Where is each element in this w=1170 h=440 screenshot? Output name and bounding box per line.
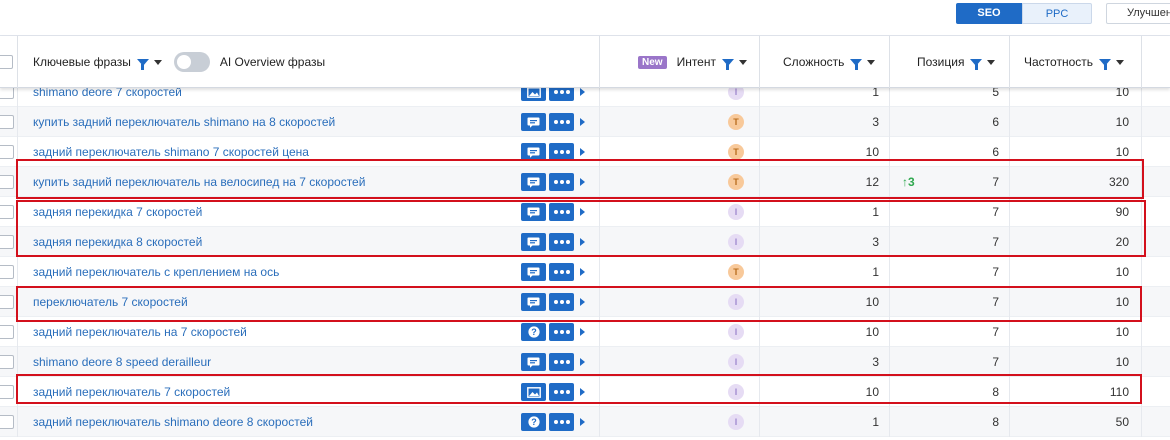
highlight-box — [16, 200, 1146, 257]
intent-header-label: Интент — [676, 55, 716, 69]
row-checkbox[interactable] — [0, 145, 14, 159]
new-badge: New — [638, 55, 667, 69]
keyword-link[interactable]: задний переключатель с креплением на ось — [33, 257, 279, 287]
frequency-value: 10 — [1115, 265, 1129, 279]
row-checkbox[interactable] — [0, 205, 14, 219]
ai-overview-label: AI Overview фразы — [219, 55, 326, 69]
frequency-value: 10 — [1115, 115, 1129, 129]
frequency-filter-icon[interactable] — [1099, 58, 1111, 70]
keywords-sort-caret-icon[interactable] — [153, 59, 162, 65]
serp-feature-button[interactable]: ? — [521, 323, 546, 341]
serp-feature-button[interactable]: ? — [521, 413, 546, 431]
more-options-button[interactable] — [549, 323, 574, 341]
difficulty-value: 3 — [872, 115, 879, 129]
difficulty-value: 1 — [872, 265, 879, 279]
difficulty-value: 3 — [872, 355, 879, 369]
row-checkbox[interactable] — [0, 415, 14, 429]
expand-arrow-icon[interactable] — [580, 88, 585, 96]
keywords-header-label: Ключевые фразы — [33, 55, 131, 69]
expand-arrow-icon[interactable] — [580, 418, 585, 426]
position-header-label: Позиция — [917, 55, 965, 69]
intent-badge: I — [728, 354, 744, 370]
position-filter-icon[interactable] — [970, 58, 983, 70]
keywords-column-header: Ключевые фразы AI Overview фразы — [33, 36, 325, 88]
row-checkbox[interactable] — [0, 295, 14, 309]
row-checkbox[interactable] — [0, 385, 14, 399]
intent-sort-caret-icon[interactable] — [738, 59, 747, 65]
improve-button[interactable]: Улучшен — [1106, 3, 1170, 24]
expand-arrow-icon[interactable] — [580, 118, 585, 126]
select-all-cell — [0, 36, 13, 88]
select-all-checkbox[interactable] — [0, 55, 13, 69]
keyword-link[interactable]: задний переключатель shimano deore 8 ско… — [33, 407, 313, 437]
intent-column-header: New Интент — [638, 36, 747, 88]
more-options-button[interactable] — [549, 413, 574, 431]
keyword-table-page: SEO PPC Улучшен Ключевые фразы AI Overvi… — [0, 0, 1170, 440]
serp-feature-button[interactable] — [521, 113, 546, 131]
position-sort-caret-icon[interactable] — [987, 59, 996, 65]
ai-overview-toggle[interactable] — [173, 52, 210, 72]
table-header: Ключевые фразы AI Overview фразы New Инт… — [0, 36, 1170, 88]
intent-badge: T — [728, 264, 744, 280]
intent-badge: T — [728, 114, 744, 130]
top-toolbar: SEO PPC Улучшен — [0, 0, 1170, 36]
highlight-box — [16, 159, 1144, 199]
row-checkbox[interactable] — [0, 235, 14, 249]
row-checkbox[interactable] — [0, 115, 14, 129]
chat-icon — [527, 147, 540, 158]
expand-arrow-icon[interactable] — [580, 268, 585, 276]
difficulty-sort-caret-icon[interactable] — [867, 59, 876, 65]
seo-tab[interactable]: SEO — [956, 3, 1022, 24]
database-switch: SEO PPC — [956, 3, 1092, 24]
row-checkbox[interactable] — [0, 355, 14, 369]
table-row: задний переключатель shimano deore 8 ско… — [0, 407, 1170, 437]
frequency-sort-caret-icon[interactable] — [1116, 59, 1124, 65]
expand-arrow-icon[interactable] — [580, 358, 585, 366]
more-options-button[interactable] — [549, 113, 574, 131]
image-icon — [526, 86, 541, 98]
more-options-button[interactable] — [549, 263, 574, 281]
keyword-link[interactable]: купить задний переключатель shimano на 8… — [33, 107, 335, 137]
frequency-header-label: Частотность — [1024, 55, 1093, 69]
svg-text:?: ? — [531, 327, 537, 337]
svg-text:?: ? — [531, 417, 537, 427]
table-row: shimano deore 8 speed derailleur I 3 7 10 — [0, 347, 1170, 377]
serp-feature-button[interactable] — [521, 353, 546, 371]
table-row: задний переключатель с креплением на ось… — [0, 257, 1170, 287]
more-options-button[interactable] — [549, 353, 574, 371]
highlight-box — [16, 286, 1142, 322]
chat-icon — [527, 357, 540, 368]
row-checkbox[interactable] — [0, 265, 14, 279]
intent-badge: T — [728, 144, 744, 160]
highlight-box — [16, 374, 1142, 404]
difficulty-header-label: Сложность — [783, 55, 845, 69]
ppc-tab[interactable]: PPC — [1022, 3, 1092, 24]
frequency-value: 10 — [1115, 355, 1129, 369]
position-column-header: Позиция — [917, 36, 996, 88]
position-value: 6 — [992, 115, 999, 129]
intent-filter-icon[interactable] — [721, 58, 734, 70]
difficulty-column-header: Сложность — [783, 36, 876, 88]
expand-arrow-icon[interactable] — [580, 148, 585, 156]
chat-icon — [527, 117, 540, 128]
serp-feature-button[interactable] — [521, 263, 546, 281]
keyword-link[interactable]: shimano deore 8 speed derailleur — [33, 347, 211, 377]
frequency-column-header: Частотность — [1024, 36, 1124, 88]
question-icon: ? — [527, 326, 540, 338]
difficulty-value: 1 — [872, 415, 879, 429]
frequency-value: 50 — [1115, 415, 1129, 429]
difficulty-filter-icon[interactable] — [850, 58, 863, 70]
position-value: 7 — [992, 355, 999, 369]
position-value: 8 — [992, 415, 999, 429]
question-icon: ? — [527, 416, 540, 428]
position-value: 7 — [992, 265, 999, 279]
keywords-filter-icon[interactable] — [136, 58, 149, 70]
expand-arrow-icon[interactable] — [580, 328, 585, 336]
intent-badge: I — [728, 414, 744, 430]
intent-badge: I — [728, 324, 744, 340]
row-checkbox[interactable] — [0, 325, 14, 339]
table-row: купить задний переключатель shimano на 8… — [0, 107, 1170, 137]
chat-icon — [527, 267, 540, 278]
row-checkbox[interactable] — [0, 175, 14, 189]
